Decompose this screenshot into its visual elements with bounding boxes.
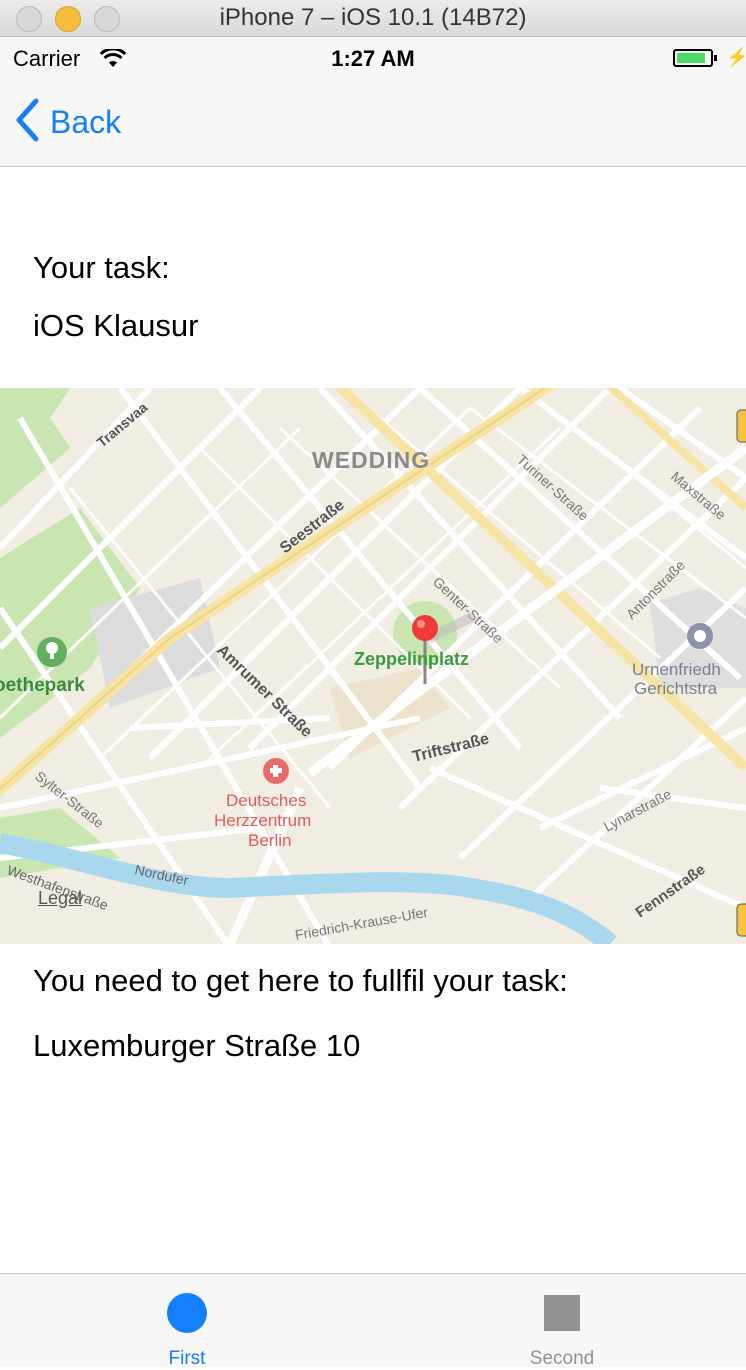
circle-icon: [167, 1293, 207, 1333]
map-view[interactable]: WEDDING Transvaa Seestraße Turiner-Straß…: [0, 388, 746, 944]
destination-header-label: You need to get here to fullfil your tas…: [33, 963, 568, 998]
svg-text:Deutsches: Deutsches: [226, 791, 306, 810]
svg-text:Friedrich-Krause-Ufer: Friedrich-Krause-Ufer: [294, 904, 430, 943]
tab-second-label: Second: [529, 1348, 595, 1369]
map-district-label: WEDDING: [312, 447, 430, 473]
map-pin-label: Zeppelinplatz: [354, 649, 469, 669]
back-button-label: Back: [50, 103, 122, 140]
tab-second[interactable]: Second: [462, 1274, 662, 1369]
task-header-label: Your task:: [33, 250, 170, 285]
destination-address-label: Luxemburger Straße 10: [33, 1028, 361, 1063]
chevron-left-icon: [14, 98, 40, 147]
hospital-icon: [263, 758, 289, 784]
battery-icon: [673, 49, 717, 67]
svg-text:oethepark: oethepark: [0, 675, 85, 696]
tab-bar: First Second: [0, 1273, 746, 1369]
svg-text:Fennstraße: Fennstraße: [633, 861, 709, 921]
svg-text:Gerichtstra: Gerichtstra: [634, 679, 718, 698]
svg-text:Herzzentrum: Herzzentrum: [214, 811, 311, 830]
status-bar: Carrier 1:27 AM ⚡: [0, 37, 746, 79]
svg-text:Urnenfriedh: Urnenfriedh: [632, 660, 721, 679]
square-icon: [544, 1295, 580, 1331]
svg-text:Transvaa: Transvaa: [94, 399, 151, 450]
svg-text:Berlin: Berlin: [248, 831, 291, 850]
back-button[interactable]: Back: [14, 97, 121, 147]
simulator-titlebar: iPhone 7 – iOS 10.1 (14B72): [0, 0, 746, 37]
task-name-label: iOS Klausur: [33, 308, 199, 343]
tab-first[interactable]: First: [87, 1274, 287, 1369]
simulator-title: iPhone 7 – iOS 10.1 (14B72): [219, 4, 527, 31]
navigation-bar: Back: [0, 79, 746, 167]
cemetery-icon: [687, 623, 713, 649]
tree-icon: [37, 637, 67, 667]
map-legal-link[interactable]: Legal: [38, 888, 82, 909]
tab-first-label: First: [168, 1348, 206, 1369]
status-time: 1:27 AM: [331, 46, 415, 71]
charging-icon: ⚡: [726, 47, 746, 67]
